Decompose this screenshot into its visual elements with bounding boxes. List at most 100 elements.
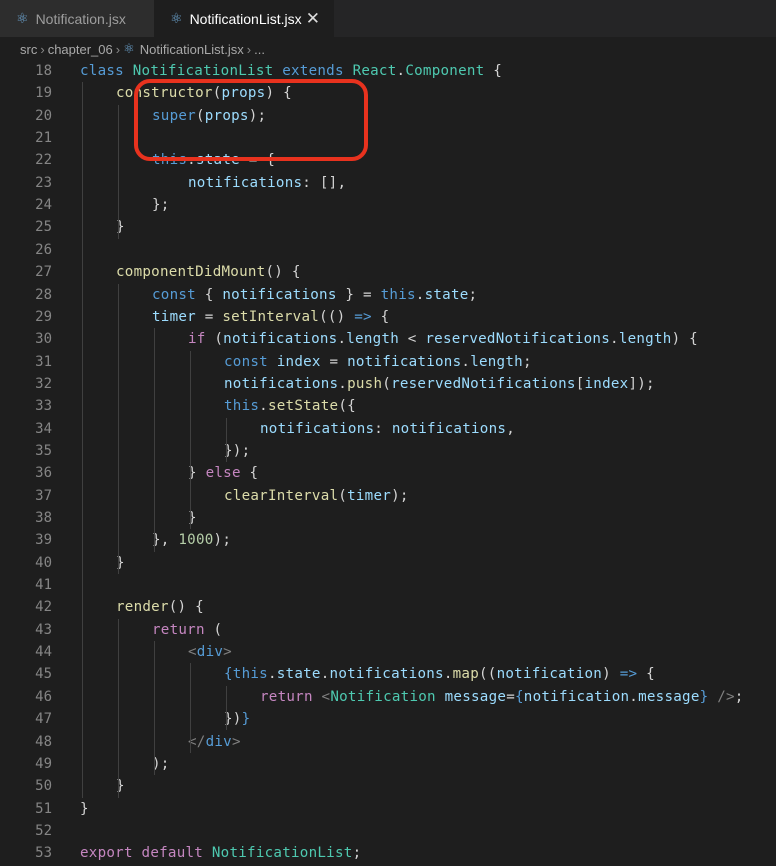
code-line[interactable]: 37 clearInterval(timer); bbox=[0, 485, 776, 507]
code-token: ({ bbox=[338, 398, 356, 415]
line-number: 24 bbox=[35, 197, 52, 214]
line-number: 32 bbox=[35, 375, 52, 392]
code-text: })} bbox=[224, 708, 250, 730]
code-token: const bbox=[224, 353, 277, 370]
indent-guide bbox=[190, 350, 191, 530]
code-line[interactable]: 20 super(props); bbox=[0, 105, 776, 127]
breadcrumb-item-chapter[interactable]: chapter_06 bbox=[48, 42, 113, 57]
line-number: 42 bbox=[35, 599, 52, 616]
line-number: 44 bbox=[35, 644, 52, 661]
code-token: notifications bbox=[188, 174, 303, 191]
code-token: else bbox=[205, 465, 241, 482]
code-line[interactable]: 52 bbox=[0, 820, 776, 842]
code-text: this.setState({ bbox=[224, 395, 356, 417]
code-line[interactable]: 32 notifications.push(reservedNotificatio… bbox=[0, 373, 776, 395]
indent-guide bbox=[118, 104, 119, 239]
breadcrumb-item-file[interactable]: NotificationList.jsx bbox=[140, 42, 244, 57]
code-token: render bbox=[116, 599, 169, 616]
code-token: { bbox=[224, 666, 233, 683]
code-text: timer = setInterval(() => { bbox=[152, 306, 389, 328]
chevron-right-icon: › bbox=[115, 41, 121, 57]
tab-notificationlist-jsx[interactable]: ⚛ NotificationList.jsx ✕ bbox=[154, 0, 334, 37]
line-number: 51 bbox=[35, 800, 52, 817]
code-line[interactable]: 48 </div> bbox=[0, 731, 776, 753]
code-line[interactable]: 41 bbox=[0, 574, 776, 596]
breadcrumb-item-symbols[interactable]: ... bbox=[254, 42, 265, 57]
code-token: > bbox=[231, 733, 241, 750]
code-token: : bbox=[374, 420, 392, 437]
line-number: 29 bbox=[35, 308, 52, 325]
code-line[interactable]: 39}, 1000); bbox=[0, 529, 776, 551]
line-number: 40 bbox=[35, 554, 52, 571]
code-line[interactable]: 49); bbox=[0, 753, 776, 775]
line-number: 31 bbox=[35, 353, 52, 370]
code-line[interactable]: 30 if (notifications.length < reservedNot… bbox=[0, 328, 776, 350]
code-line[interactable]: 47})} bbox=[0, 708, 776, 730]
code-token: setInterval bbox=[222, 308, 320, 325]
code-line[interactable]: 34 notifications: notifications, bbox=[0, 418, 776, 440]
code-line[interactable]: 51} bbox=[0, 798, 776, 820]
code-line[interactable]: 38} bbox=[0, 507, 776, 529]
code-line[interactable]: 33 this.setState({ bbox=[0, 395, 776, 417]
code-line[interactable]: 36} else { bbox=[0, 462, 776, 484]
code-token: } bbox=[241, 711, 251, 728]
code-line[interactable]: 23 notifications: [], bbox=[0, 172, 776, 194]
code-line[interactable]: 31 const index = notifications.length; bbox=[0, 351, 776, 373]
line-number: 26 bbox=[35, 241, 52, 258]
code-token: ); bbox=[391, 487, 409, 504]
code-line[interactable]: 19 constructor(props) { bbox=[0, 82, 776, 104]
code-editor[interactable]: 18 class NotificationList extends React.C… bbox=[0, 61, 776, 866]
line-number: 53 bbox=[35, 845, 52, 862]
line-number: 23 bbox=[35, 174, 52, 191]
code-line[interactable]: 40} bbox=[0, 552, 776, 574]
code-line[interactable]: 45 {this.state.notifications.map((notific… bbox=[0, 663, 776, 685]
code-token: > bbox=[223, 644, 232, 661]
code-line[interactable]: 53 export default NotificationList; bbox=[0, 842, 776, 864]
code-token: { bbox=[204, 286, 223, 303]
code-token: div bbox=[196, 644, 224, 661]
code-token: notifications bbox=[223, 331, 338, 348]
breadcrumb: src › chapter_06 › ⚛ NotificationList.js… bbox=[0, 37, 776, 61]
code-token: (() bbox=[319, 308, 355, 325]
code-line[interactable]: 29 timer = setInterval(() => { bbox=[0, 306, 776, 328]
react-icon: ⚛ bbox=[170, 10, 183, 26]
code-line[interactable]: 21 bbox=[0, 127, 776, 149]
line-number: 35 bbox=[35, 442, 52, 459]
code-line[interactable]: 42 render() { bbox=[0, 596, 776, 618]
tab-notification-jsx[interactable]: ⚛ Notification.jsx bbox=[0, 0, 154, 37]
code-token: < bbox=[399, 331, 426, 348]
code-line[interactable]: 46 return <Notification message={notifica… bbox=[0, 686, 776, 708]
breadcrumb-item-src[interactable]: src bbox=[20, 42, 37, 57]
code-token: }); bbox=[224, 442, 251, 459]
code-token: Component bbox=[405, 63, 485, 79]
code-text: }); bbox=[224, 440, 250, 462]
code-token: notification bbox=[496, 666, 603, 683]
line-number: 33 bbox=[35, 398, 52, 415]
code-line[interactable]: 50} bbox=[0, 775, 776, 797]
indent-guide bbox=[154, 328, 155, 552]
indent-guide bbox=[118, 283, 119, 575]
line-number: 39 bbox=[35, 532, 52, 549]
code-token: if bbox=[188, 331, 215, 348]
code-line[interactable]: 25} bbox=[0, 216, 776, 238]
code-line[interactable]: 28 const { notifications } = this.state; bbox=[0, 284, 776, 306]
code-line[interactable]: 18 class NotificationList extends React.C… bbox=[0, 60, 776, 82]
code-line[interactable]: 27 componentDidMount() { bbox=[0, 261, 776, 283]
code-text: notifications: notifications, bbox=[260, 418, 515, 440]
code-line[interactable]: 35}); bbox=[0, 440, 776, 462]
code-line[interactable]: 22 this.state = { bbox=[0, 149, 776, 171]
code-line[interactable]: 26 bbox=[0, 239, 776, 261]
code-text: export default NotificationList; bbox=[80, 842, 361, 864]
code-line[interactable]: 24}; bbox=[0, 194, 776, 216]
code-line[interactable]: 44 <div> bbox=[0, 641, 776, 663]
code-token: timer bbox=[152, 308, 196, 325]
close-icon[interactable]: ✕ bbox=[306, 9, 320, 29]
code-token: ( bbox=[204, 621, 223, 638]
code-text: clearInterval(timer); bbox=[224, 485, 409, 507]
code-line[interactable]: 43 return ( bbox=[0, 619, 776, 641]
code-text: {this.state.notifications.map((notificat… bbox=[224, 663, 655, 685]
code-token: ]); bbox=[628, 375, 655, 392]
code-token: ( bbox=[214, 331, 224, 348]
react-icon: ⚛ bbox=[123, 41, 135, 56]
code-token: componentDidMount bbox=[116, 264, 266, 281]
